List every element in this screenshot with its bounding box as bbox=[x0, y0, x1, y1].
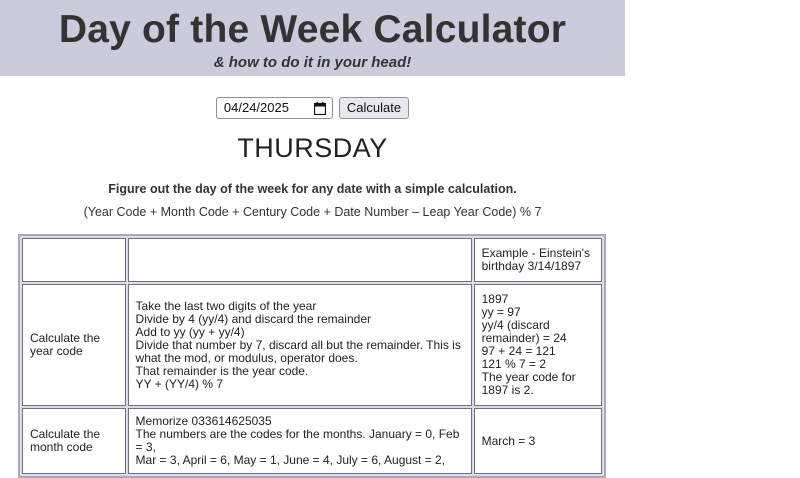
header-example-line: birthday 3/14/1897 bbox=[481, 259, 582, 273]
formula-text: (Year Code + Month Code + Century Code +… bbox=[83, 205, 542, 219]
row-steps: Take the last two digits of the year Div… bbox=[127, 284, 472, 406]
step-line: Add to yy (yy + yy/4) bbox=[135, 324, 245, 339]
example-line: March = 3 bbox=[481, 433, 536, 448]
example-line: 1897 is 2. bbox=[481, 383, 534, 397]
row-label: Calculate the month code bbox=[22, 408, 126, 474]
step-line: Divide by 4 (yy/4) and discard the remai… bbox=[135, 311, 371, 326]
row-label-line: month code bbox=[30, 440, 93, 454]
row-example: 1897 yy = 97 yy/4 (discard remainder) = … bbox=[473, 284, 602, 406]
step-line: Mar = 3, April = 6, May = 1, June = 4, J… bbox=[135, 453, 446, 467]
page-subtitle: & how to do it in your head! bbox=[213, 54, 412, 71]
calendar-icon[interactable] bbox=[313, 101, 326, 121]
calculation-table: Example - Einstein's birthday 3/14/1897 … bbox=[18, 234, 606, 478]
step-line: Divide that number by 7, discard all but… bbox=[135, 337, 461, 352]
day-result: THURSDAY bbox=[237, 133, 388, 163]
row-label: Calculate the year code bbox=[22, 284, 126, 406]
step-line: what the mod, or modulus, operator does. bbox=[135, 350, 358, 365]
date-input[interactable]: 04/24/2025 bbox=[215, 97, 333, 121]
step-line: YY + (YY/4) % 7 bbox=[135, 376, 224, 391]
header-cell-empty bbox=[127, 238, 472, 282]
table-row: Calculate the month code Memorize 033614… bbox=[22, 408, 602, 474]
page-title: Day of the Week Calculator bbox=[58, 8, 567, 51]
step-line: That remainder is the year code. bbox=[135, 363, 309, 378]
date-value: 04/24/2025 bbox=[223, 100, 289, 115]
calculate-button[interactable]: Calculate bbox=[338, 97, 410, 119]
date-controls: 04/24/2025 Calculate bbox=[0, 97, 625, 119]
step-line: The numbers are the codes for the months… bbox=[135, 427, 460, 454]
table-header-row: Example - Einstein's birthday 3/14/1897 bbox=[22, 238, 602, 282]
row-steps: Memorize 033614625035 The numbers are th… bbox=[127, 408, 472, 474]
row-label-line: year code bbox=[30, 344, 83, 358]
table-row: Calculate the year code Take the last tw… bbox=[22, 284, 602, 406]
step-line: Take the last two digits of the year bbox=[135, 298, 317, 313]
row-example: March = 3 bbox=[473, 408, 602, 474]
header-cell-example: Example - Einstein's birthday 3/14/1897 bbox=[473, 238, 602, 282]
header-cell-empty bbox=[22, 238, 126, 282]
header-banner: Day of the Week Calculator & how to do i… bbox=[0, 0, 625, 76]
intro-lead: Figure out the day of the week for any d… bbox=[108, 182, 517, 196]
